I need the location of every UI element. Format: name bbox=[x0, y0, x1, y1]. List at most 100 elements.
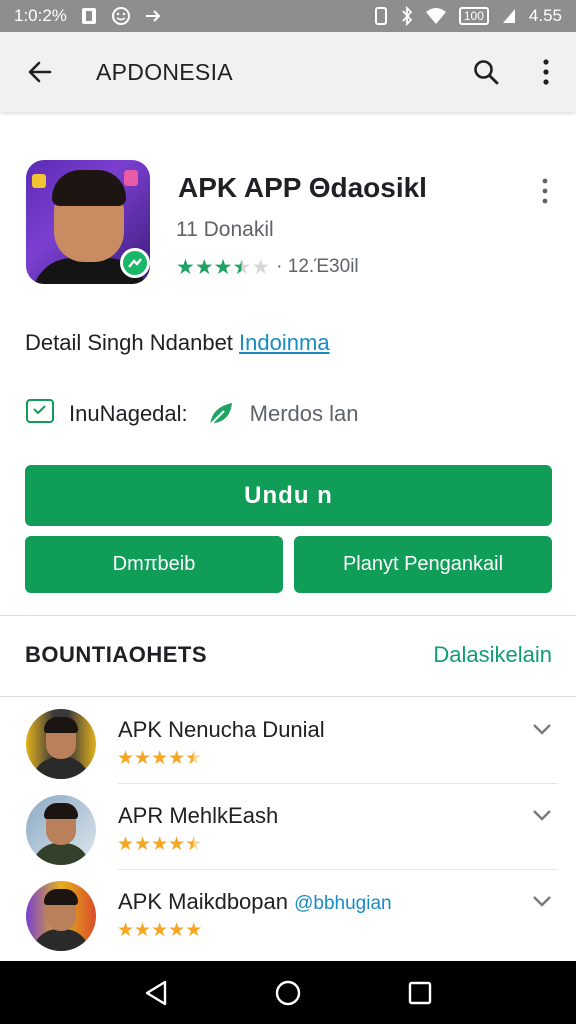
notification-icon bbox=[81, 7, 97, 25]
avatar-hair bbox=[44, 717, 78, 733]
avatar bbox=[26, 795, 96, 865]
star-icon: ★ bbox=[168, 748, 186, 769]
star-icon: ★ bbox=[232, 255, 252, 279]
star-icon: ★ bbox=[134, 834, 152, 855]
signal-icon bbox=[501, 7, 517, 25]
section-title: BOUNTIAOHETS bbox=[25, 642, 207, 667]
star-icon: ★ bbox=[117, 748, 135, 769]
detail-text: Detail Singh Ndanbet bbox=[25, 330, 233, 355]
more-vert-icon bbox=[543, 59, 549, 85]
star-icon: ★ bbox=[151, 920, 169, 941]
back-button[interactable] bbox=[0, 32, 80, 112]
avatar bbox=[26, 881, 96, 951]
star-icon: ★ bbox=[151, 834, 169, 855]
cast-arrow-icon bbox=[145, 9, 163, 23]
list-item-stars: ★ ★ ★ ★ ★ bbox=[117, 835, 202, 854]
search-icon bbox=[474, 60, 499, 85]
star-icon: ★ bbox=[168, 920, 186, 941]
chevron-down-icon[interactable] bbox=[530, 805, 554, 825]
list-item-title: APK Maikdbopan bbox=[118, 889, 288, 914]
app-name: APK APP Θdaosikl bbox=[178, 172, 427, 203]
star-icon: ★ bbox=[194, 255, 214, 279]
leaf-icon bbox=[206, 399, 236, 429]
app-header: APK APP Θdaosikl 11 Donakil ★ ★ ★ ★ ★ · 12.Έ… bbox=[0, 112, 576, 312]
wifi-icon bbox=[425, 7, 447, 25]
status-time: 1:0:2% bbox=[14, 6, 67, 25]
decor-square-icon bbox=[124, 170, 138, 186]
avatar-body bbox=[32, 757, 90, 779]
checkbox-icon bbox=[25, 398, 55, 430]
smiley-icon bbox=[111, 6, 131, 26]
list-item-name: APK Nenucha Dunial bbox=[118, 717, 325, 743]
star-icon: ★ bbox=[176, 255, 195, 279]
secondary-left-button[interactable]: Dmπbeib bbox=[25, 536, 283, 593]
install-button[interactable]: Undu n bbox=[25, 465, 552, 526]
battery-box-icon: 100 bbox=[458, 7, 489, 25]
app-icon[interactable] bbox=[26, 160, 150, 284]
star-icon: ★ bbox=[185, 834, 203, 855]
list-item[interactable]: APK Nenucha Dunial ★ ★ ★ ★ ★ bbox=[0, 697, 576, 783]
avatar bbox=[26, 709, 96, 779]
chevron-down-icon[interactable] bbox=[530, 719, 554, 739]
star-icon: ★ bbox=[185, 748, 203, 769]
section-see-all-link[interactable]: Dalasikelain bbox=[433, 642, 552, 668]
star-icon: ★ bbox=[134, 920, 152, 941]
star-icon: ★ bbox=[117, 834, 135, 855]
rating-row: ★ ★ ★ ★ ★ · 12.Έ30il bbox=[176, 256, 359, 278]
rating-count: · 12.Έ30il bbox=[276, 256, 359, 277]
square-recents-icon bbox=[408, 981, 432, 1004]
circle-home-icon bbox=[275, 980, 301, 1005]
info-row: InuNagedal: Merdos lan bbox=[25, 396, 359, 432]
list-item-stars: ★ ★ ★ ★ ★ bbox=[117, 921, 202, 940]
avatar-hair bbox=[44, 889, 78, 905]
list-item-title: APK Nenucha Dunial bbox=[118, 717, 325, 742]
nav-home-button[interactable] bbox=[268, 973, 308, 1013]
avatar-body bbox=[32, 929, 90, 951]
nav-recents-button[interactable] bbox=[400, 973, 440, 1013]
star-icon: ★ bbox=[168, 834, 186, 855]
star-icon: ★ bbox=[134, 748, 152, 769]
star-icon: ★ bbox=[251, 255, 271, 279]
star-icon: ★ bbox=[185, 920, 203, 941]
arrow-left-icon bbox=[28, 61, 52, 83]
star-icon: ★ bbox=[213, 255, 233, 279]
secondary-right-button[interactable]: Planyt Pengankail bbox=[294, 536, 552, 593]
star-icon: ★ bbox=[117, 920, 135, 941]
triangle-back-icon bbox=[145, 980, 167, 1005]
list-item[interactable]: APR MehlkEash ★ ★ ★ ★ ★ bbox=[0, 783, 576, 869]
search-button[interactable] bbox=[456, 32, 516, 112]
chevron-down-icon[interactable] bbox=[530, 891, 554, 911]
detail-link[interactable]: Indoinma bbox=[239, 330, 330, 355]
detail-line: Detail Singh Ndanbet Indoinma bbox=[25, 330, 330, 356]
more-vert-icon bbox=[542, 178, 548, 204]
section-header: BOUNTIAOHETS Dalasikelain bbox=[0, 616, 576, 696]
info-value: Merdos lan bbox=[249, 401, 359, 426]
list-item-name: APK Maikdbopan @bbhugian bbox=[118, 889, 392, 915]
info-label: InuNagedal: bbox=[69, 401, 188, 426]
nav-back-button[interactable] bbox=[136, 973, 176, 1013]
overflow-menu-button[interactable] bbox=[516, 32, 576, 112]
avatar-body bbox=[32, 843, 90, 865]
app-bar: APDONESIA bbox=[0, 32, 576, 112]
related-list: APK Nenucha Dunial ★ ★ ★ ★ ★ APR MehlkEash ★… bbox=[0, 697, 576, 955]
app-developer: 11 Donakil bbox=[176, 218, 274, 241]
battery-box-label: 100 bbox=[463, 9, 484, 23]
battery-percent: 4.55 bbox=[528, 6, 562, 25]
status-bar: 1:0:2% 100 4.55 bbox=[0, 0, 576, 32]
system-nav-bar bbox=[0, 961, 576, 1024]
list-item-handle[interactable]: @bbhugian bbox=[294, 893, 391, 914]
star-rating: ★ ★ ★ ★ ★ bbox=[176, 257, 270, 278]
person-hair bbox=[52, 170, 126, 206]
list-item-name: APR MehlkEash bbox=[118, 803, 278, 829]
avatar-hair bbox=[44, 803, 78, 819]
verified-badge-icon bbox=[120, 248, 150, 278]
star-icon: ★ bbox=[151, 748, 169, 769]
list-item[interactable]: APK Maikdbopan @bbhugian ★ ★ ★ ★ ★ bbox=[0, 869, 576, 955]
app-options-button[interactable] bbox=[530, 174, 560, 208]
bluetooth-icon bbox=[401, 6, 413, 26]
vibrate-icon bbox=[373, 6, 389, 26]
list-item-title: APR MehlkEash bbox=[118, 803, 279, 828]
list-item-stars: ★ ★ ★ ★ ★ bbox=[117, 749, 202, 768]
app-bar-title: APDONESIA bbox=[96, 58, 233, 85]
decor-square-icon bbox=[32, 174, 46, 188]
